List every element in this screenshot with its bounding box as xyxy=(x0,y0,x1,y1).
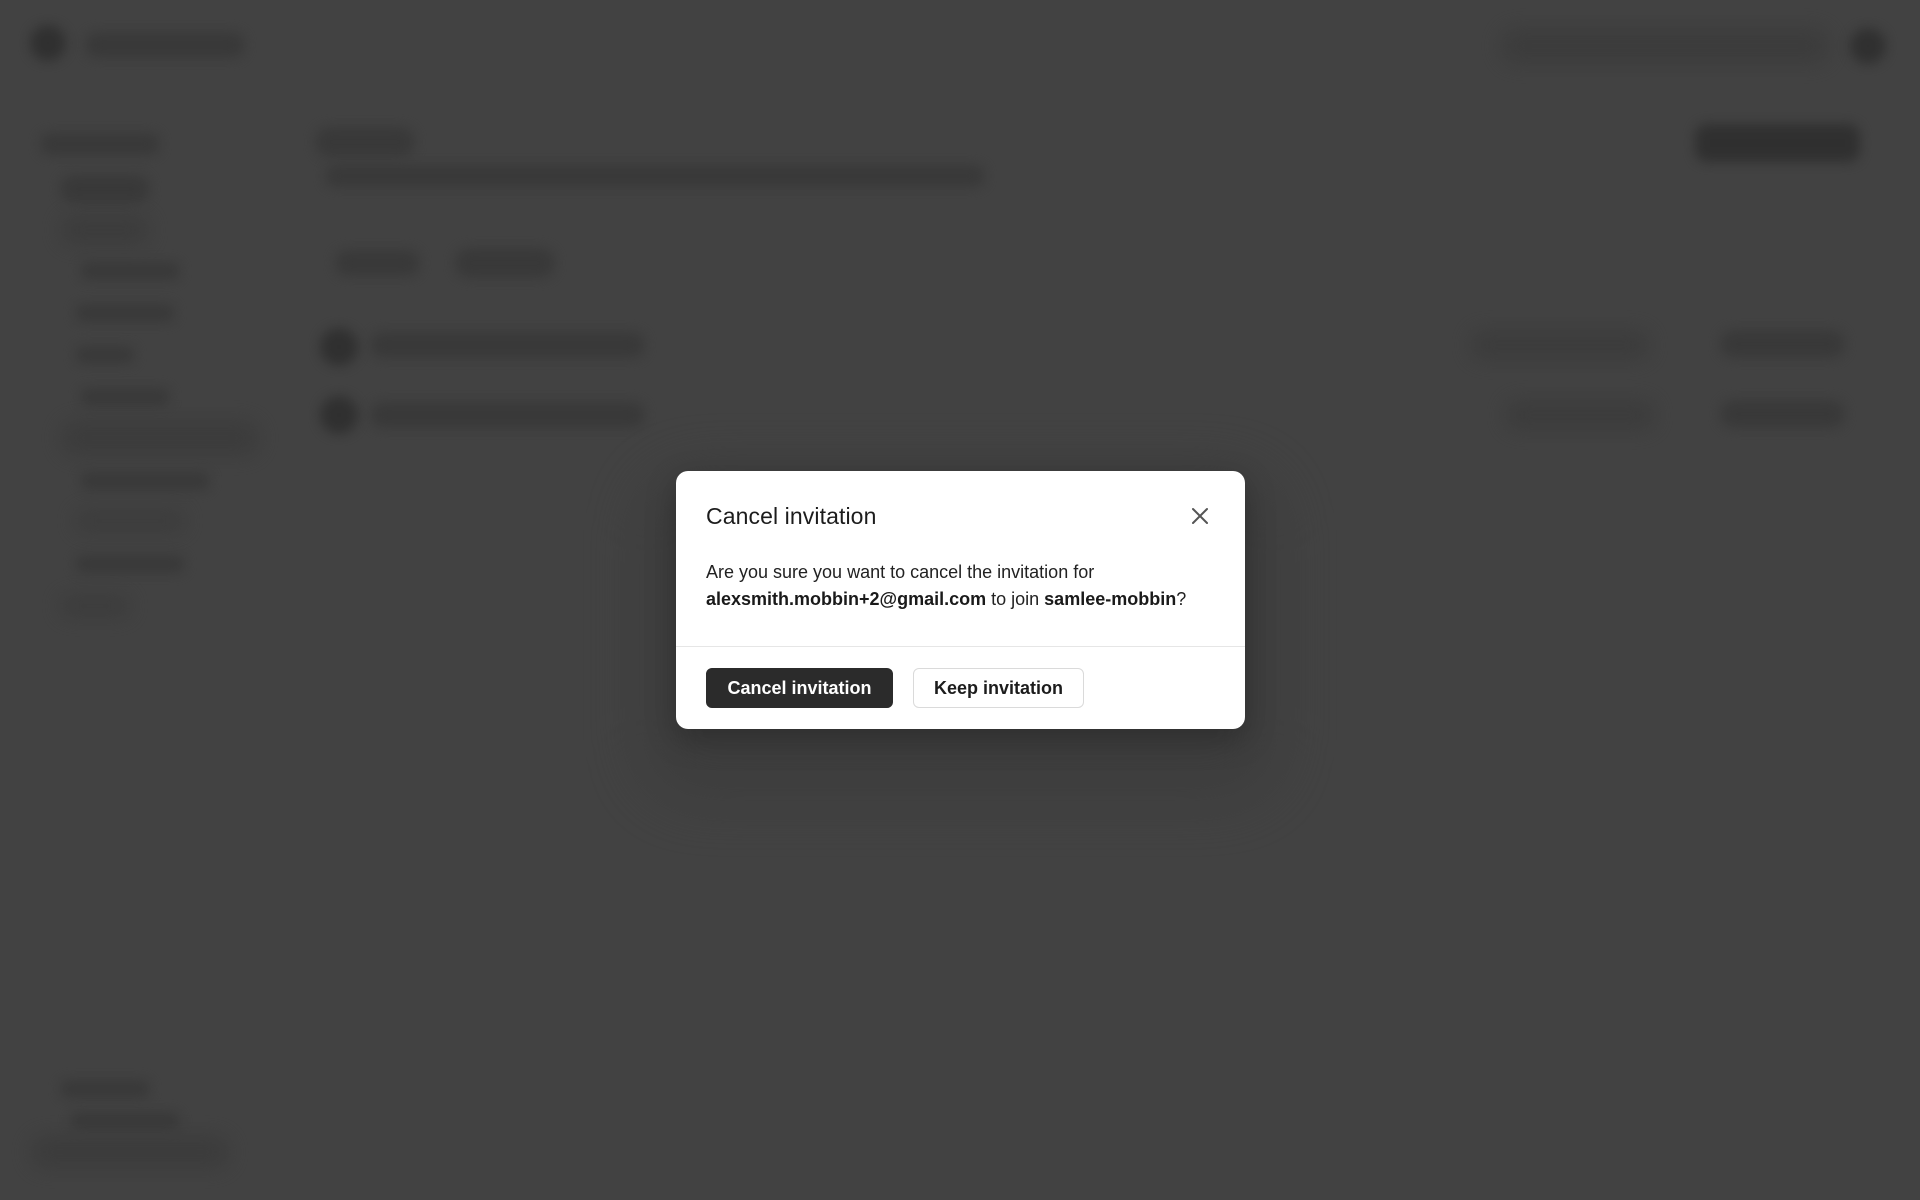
close-icon xyxy=(1192,508,1208,524)
blurred-sidebar-item xyxy=(80,262,180,280)
blurred-row-text xyxy=(370,332,645,358)
blurred-sidebar-item xyxy=(75,346,135,364)
blurred-top-nav xyxy=(1500,28,1830,64)
blurred-row-avatar xyxy=(320,328,358,366)
blurred-sidebar-item xyxy=(80,472,210,490)
blurred-sidebar-footer xyxy=(30,1135,230,1169)
dialog-message-middle: to join xyxy=(986,589,1045,609)
blurred-sidebar-item xyxy=(75,510,185,532)
blurred-sidebar-item xyxy=(40,133,160,155)
blurred-row-action xyxy=(1720,400,1845,428)
dialog-message: Are you sure you want to cancel the invi… xyxy=(706,559,1216,613)
blurred-tab xyxy=(335,250,420,276)
blurred-row-action xyxy=(1720,330,1845,358)
blurred-sidebar-footer xyxy=(60,1080,150,1098)
blurred-sidebar-item-active xyxy=(60,420,260,456)
blurred-row-role xyxy=(1505,400,1655,430)
cancel-invitation-button[interactable]: Cancel invitation xyxy=(706,668,893,708)
blurred-workspace-name xyxy=(85,32,245,58)
blurred-user-avatar xyxy=(1850,28,1886,64)
cancel-invitation-dialog: Cancel invitation Are you sure you want … xyxy=(676,471,1245,729)
blurred-sidebar-item xyxy=(75,555,185,573)
blurred-row-role xyxy=(1470,330,1650,360)
workspace-name: samlee-mobbin xyxy=(1044,589,1177,609)
blurred-row-text xyxy=(370,402,645,428)
blurred-sidebar-item xyxy=(60,175,150,203)
blurred-page-subtitle xyxy=(325,165,985,187)
blurred-page-title xyxy=(315,127,415,157)
dialog-message-suffix: ? xyxy=(1176,589,1187,609)
blurred-tab xyxy=(455,248,555,278)
blurred-row-avatar xyxy=(320,396,358,434)
blurred-sidebar-footer xyxy=(70,1112,180,1130)
blurred-sidebar-item xyxy=(80,388,170,406)
close-button[interactable] xyxy=(1185,501,1215,531)
dialog-header: Cancel invitation xyxy=(706,501,1215,535)
dialog-divider xyxy=(676,646,1245,647)
blurred-sidebar-item xyxy=(60,215,150,245)
blurred-sidebar-item xyxy=(75,304,175,322)
invitee-email: alexsmith.mobbin+2@gmail.com xyxy=(706,589,987,609)
blurred-workspace-avatar xyxy=(30,25,66,61)
keep-invitation-button[interactable]: Keep invitation xyxy=(913,668,1084,708)
dialog-title: Cancel invitation xyxy=(706,503,877,529)
blurred-sidebar-item xyxy=(60,595,130,617)
dialog-message-prefix: Are you sure you want to cancel the invi… xyxy=(706,562,1095,582)
blurred-primary-action xyxy=(1695,124,1860,162)
